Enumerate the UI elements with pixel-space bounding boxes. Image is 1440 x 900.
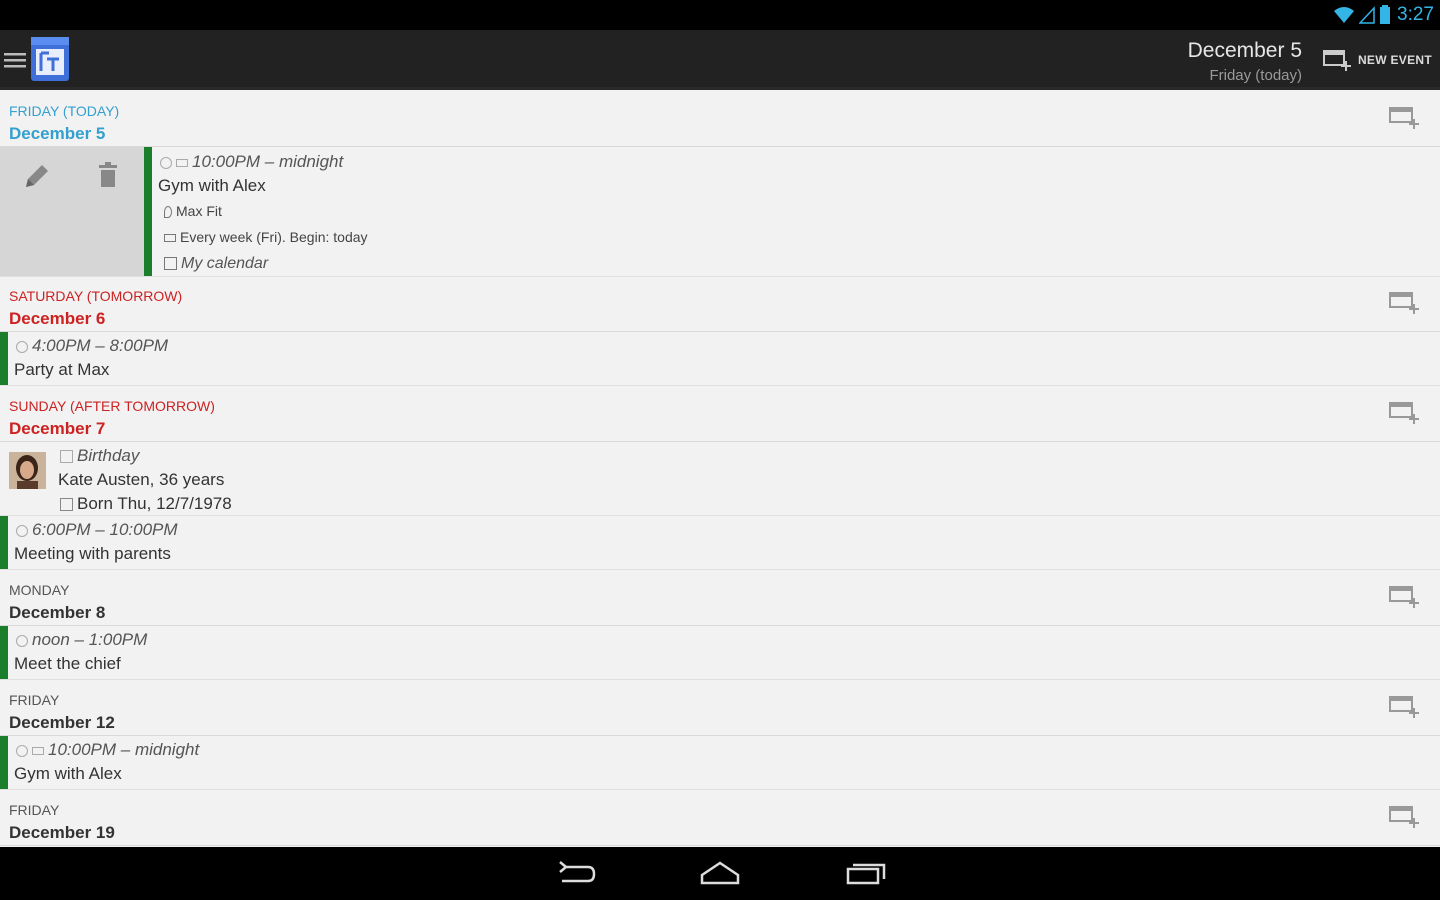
day-date: December 6 [9,309,106,328]
new-event-label: NEW EVENT [1357,53,1432,67]
action-bar: December 5 Friday (today) NEW EVENT [0,30,1440,90]
alarm-icon [16,340,28,353]
day-date: December 8 [9,603,106,622]
event-recurrence: Every week (Fri). Begin: today [164,229,368,245]
day-of-week: MONDAY [9,582,70,598]
add-event-icon[interactable] [1388,103,1420,131]
day-header: MONDAY December 8 [0,572,1440,626]
event-title: Meeting with parents [14,544,171,563]
event-color-bar [0,736,8,789]
repeat-icon [32,746,44,755]
event-item[interactable]: 6:00PM – 10:00PM Meeting with parents [0,516,1440,570]
day-of-week: FRIDAY (TODAY) [9,103,120,119]
day-of-week: FRIDAY [9,692,60,708]
current-date-title: December 5 [1187,39,1302,62]
add-event-icon [1322,50,1351,71]
day-of-week: SUNDAY (AFTER TOMORROW) [9,398,215,414]
event-type: Birthday [60,446,139,466]
add-event-icon[interactable] [1388,288,1420,316]
home-icon[interactable] [699,859,741,887]
alarm-icon [160,156,172,169]
add-event-icon[interactable] [1388,802,1420,830]
event-time: 4:00PM – 8:00PM [16,336,168,356]
day-header: FRIDAY December 12 [0,682,1440,736]
add-event-icon[interactable] [1388,582,1420,610]
calendar-icon [164,257,177,271]
day-date: December 5 [9,124,106,143]
add-event-icon[interactable] [1388,398,1420,426]
day-header: FRIDAY (TODAY) December 5 [0,93,1440,147]
current-date-subtitle: Friday (today) [1209,67,1302,84]
alarm-icon [16,524,28,537]
wifi-icon [1334,7,1355,23]
event-item[interactable]: 10:00PM – midnight Gym with Alex Max Fit… [0,147,1440,277]
day-of-week: FRIDAY [9,802,60,818]
calendar-icon [60,498,73,512]
repeat-icon [164,234,176,243]
birthday-icon [60,450,73,464]
back-icon[interactable] [556,859,596,887]
day-header: SATURDAY (TOMORROW) December 6 [0,278,1440,332]
event-title: Gym with Alex [158,176,266,195]
event-color-bar [0,332,8,385]
avatar [9,452,46,489]
event-title: Gym with Alex [14,764,122,783]
status-time: 3:27 [1397,4,1434,25]
alarm-icon [16,634,28,647]
menu-icon[interactable] [4,52,26,68]
event-time: noon – 1:00PM [16,630,147,650]
event-time: 10:00PM – midnight [16,740,199,760]
birthday-item[interactable]: Birthday Kate Austen, 36 years Born Thu,… [0,442,1440,516]
delete-icon[interactable] [96,161,120,191]
day-header: SUNDAY (AFTER TOMORROW) December 7 [0,388,1440,442]
alarm-icon [16,744,28,757]
event-location: Max Fit [164,203,222,219]
event-color-bar [144,147,152,276]
event-color-bar [0,626,8,679]
event-title: Kate Austen, 36 years [58,470,225,489]
day-date: December 7 [9,419,106,438]
new-event-button[interactable]: NEW EVENT [1322,44,1432,76]
event-title: Meet the chief [14,654,121,673]
status-indicators: 3:27 [1333,4,1434,26]
repeat-icon [176,158,188,167]
add-event-icon[interactable] [1388,692,1420,720]
event-item[interactable]: 4:00PM – 8:00PM Party at Max [0,332,1440,386]
app-logo-icon[interactable] [29,35,71,83]
day-of-week: SATURDAY (TOMORROW) [9,288,183,304]
event-time: 6:00PM – 10:00PM [16,520,178,540]
event-actions-panel [0,147,144,276]
edit-icon[interactable] [22,161,52,191]
location-pin-icon [164,206,172,219]
agenda-list[interactable]: FRIDAY (TODAY) December 5 10:00PM – midn… [0,93,1440,847]
recent-apps-icon[interactable] [845,859,887,887]
day-date: December 12 [9,713,115,732]
day-header: FRIDAY December 19 [0,792,1440,846]
battery-icon [1380,5,1391,24]
signal-icon [1359,6,1375,24]
navigation-bar [0,847,1440,900]
event-calendar: My calendar [164,255,268,273]
event-item[interactable]: 10:00PM – midnight Gym with Alex [0,736,1440,790]
event-time: 10:00PM – midnight [160,152,343,172]
status-bar: 3:27 [0,0,1440,30]
event-color-bar [0,516,8,569]
event-detail: Born Thu, 12/7/1978 [60,494,232,514]
event-title: Party at Max [14,360,110,379]
event-item[interactable]: noon – 1:00PM Meet the chief [0,626,1440,680]
day-date: December 19 [9,823,115,842]
